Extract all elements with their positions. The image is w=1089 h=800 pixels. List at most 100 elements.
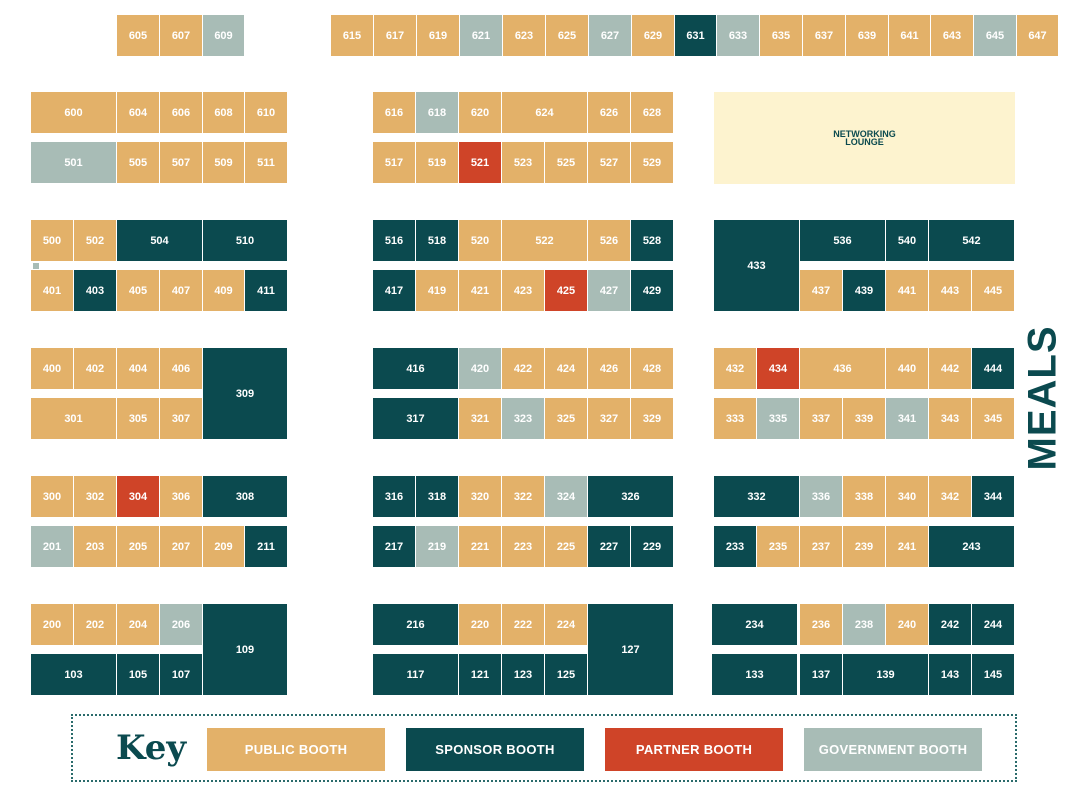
- booth-343[interactable]: 343: [929, 398, 972, 440]
- booth-402[interactable]: 402: [74, 348, 117, 390]
- booth-339[interactable]: 339: [843, 398, 886, 440]
- booth-316[interactable]: 316: [373, 476, 416, 518]
- booth-444[interactable]: 444: [972, 348, 1015, 390]
- booth-143[interactable]: 143: [929, 654, 972, 696]
- booth-211[interactable]: 211: [245, 526, 288, 568]
- booth-507[interactable]: 507: [160, 142, 203, 184]
- booth-107[interactable]: 107: [160, 654, 203, 696]
- booth-436[interactable]: 436: [800, 348, 886, 390]
- booth-329[interactable]: 329: [631, 398, 674, 440]
- booth-201[interactable]: 201: [31, 526, 74, 568]
- booth-300[interactable]: 300: [31, 476, 74, 518]
- booth-631[interactable]: 631: [675, 15, 717, 57]
- booth-625[interactable]: 625: [546, 15, 589, 57]
- booth-416[interactable]: 416: [373, 348, 459, 390]
- booth-434[interactable]: 434: [757, 348, 800, 390]
- booth-239[interactable]: 239: [843, 526, 886, 568]
- booth-220[interactable]: 220: [459, 604, 502, 646]
- booth-618[interactable]: 618: [416, 92, 459, 134]
- booth-204[interactable]: 204: [117, 604, 160, 646]
- booth-442[interactable]: 442: [929, 348, 972, 390]
- booth-520[interactable]: 520: [459, 220, 502, 262]
- booth-500[interactable]: 500: [31, 220, 74, 262]
- booth-517[interactable]: 517: [373, 142, 416, 184]
- booth-338[interactable]: 338: [843, 476, 886, 518]
- booth-223[interactable]: 223: [502, 526, 545, 568]
- booth-609[interactable]: 609: [203, 15, 245, 57]
- booth-227[interactable]: 227: [588, 526, 631, 568]
- booth-628[interactable]: 628: [631, 92, 674, 134]
- booth-504[interactable]: 504: [117, 220, 203, 262]
- booth-540[interactable]: 540: [886, 220, 929, 262]
- booth-502[interactable]: 502: [74, 220, 117, 262]
- booth-428[interactable]: 428: [631, 348, 674, 390]
- booth-527[interactable]: 527: [588, 142, 631, 184]
- booth-306[interactable]: 306: [160, 476, 203, 518]
- booth-600[interactable]: 600: [31, 92, 117, 134]
- booth-333[interactable]: 333: [714, 398, 757, 440]
- booth-522[interactable]: 522: [502, 220, 588, 262]
- booth-440[interactable]: 440: [886, 348, 929, 390]
- booth-429[interactable]: 429: [631, 270, 674, 312]
- booth-604[interactable]: 604: [117, 92, 160, 134]
- booth-235[interactable]: 235: [757, 526, 800, 568]
- booth-407[interactable]: 407: [160, 270, 203, 312]
- booth-426[interactable]: 426: [588, 348, 631, 390]
- booth-624[interactable]: 624: [502, 92, 588, 134]
- booth-207[interactable]: 207: [160, 526, 203, 568]
- booth-221[interactable]: 221: [459, 526, 502, 568]
- booth-336[interactable]: 336: [800, 476, 843, 518]
- booth-340[interactable]: 340: [886, 476, 929, 518]
- booth-202[interactable]: 202: [74, 604, 117, 646]
- booth-327[interactable]: 327: [588, 398, 631, 440]
- booth-605[interactable]: 605: [117, 15, 160, 57]
- booth-225[interactable]: 225: [545, 526, 588, 568]
- booth-635[interactable]: 635: [760, 15, 803, 57]
- booth-620[interactable]: 620: [459, 92, 502, 134]
- booth-501[interactable]: 501: [31, 142, 117, 184]
- booth-606[interactable]: 606: [160, 92, 203, 134]
- booth-439[interactable]: 439: [843, 270, 886, 312]
- booth-627[interactable]: 627: [589, 15, 632, 57]
- booth-509[interactable]: 509: [203, 142, 245, 184]
- booth-641[interactable]: 641: [889, 15, 931, 57]
- booth-323[interactable]: 323: [502, 398, 545, 440]
- booth-525[interactable]: 525: [545, 142, 588, 184]
- booth-403[interactable]: 403: [74, 270, 117, 312]
- booth-621[interactable]: 621: [460, 15, 503, 57]
- booth-205[interactable]: 205: [117, 526, 160, 568]
- booth-344[interactable]: 344: [972, 476, 1015, 518]
- booth-441[interactable]: 441: [886, 270, 929, 312]
- booth-241[interactable]: 241: [886, 526, 929, 568]
- booth-542[interactable]: 542: [929, 220, 1015, 262]
- booth-647[interactable]: 647: [1017, 15, 1059, 57]
- booth-419[interactable]: 419: [416, 270, 459, 312]
- booth-326[interactable]: 326: [588, 476, 674, 518]
- booth-345[interactable]: 345: [972, 398, 1015, 440]
- booth-237[interactable]: 237: [800, 526, 843, 568]
- booth-337[interactable]: 337: [800, 398, 843, 440]
- booth-117[interactable]: 117: [373, 654, 459, 696]
- booth-301[interactable]: 301: [31, 398, 117, 440]
- booth-529[interactable]: 529: [631, 142, 674, 184]
- booth-519[interactable]: 519: [416, 142, 459, 184]
- booth-233[interactable]: 233: [714, 526, 757, 568]
- booth-103[interactable]: 103: [31, 654, 117, 696]
- booth-401[interactable]: 401: [31, 270, 74, 312]
- booth-229[interactable]: 229: [631, 526, 674, 568]
- booth-309[interactable]: 309: [203, 348, 288, 440]
- booth-510[interactable]: 510: [203, 220, 288, 262]
- booth-335[interactable]: 335: [757, 398, 800, 440]
- booth-420[interactable]: 420: [459, 348, 502, 390]
- booth-216[interactable]: 216: [373, 604, 459, 646]
- booth-523[interactable]: 523: [502, 142, 545, 184]
- booth-511[interactable]: 511: [245, 142, 288, 184]
- booth-643[interactable]: 643: [931, 15, 974, 57]
- booth-203[interactable]: 203: [74, 526, 117, 568]
- booth-607[interactable]: 607: [160, 15, 203, 57]
- booth-332[interactable]: 332: [714, 476, 800, 518]
- booth-616[interactable]: 616: [373, 92, 416, 134]
- booth-608[interactable]: 608: [203, 92, 245, 134]
- booth-341[interactable]: 341: [886, 398, 929, 440]
- booth-209[interactable]: 209: [203, 526, 245, 568]
